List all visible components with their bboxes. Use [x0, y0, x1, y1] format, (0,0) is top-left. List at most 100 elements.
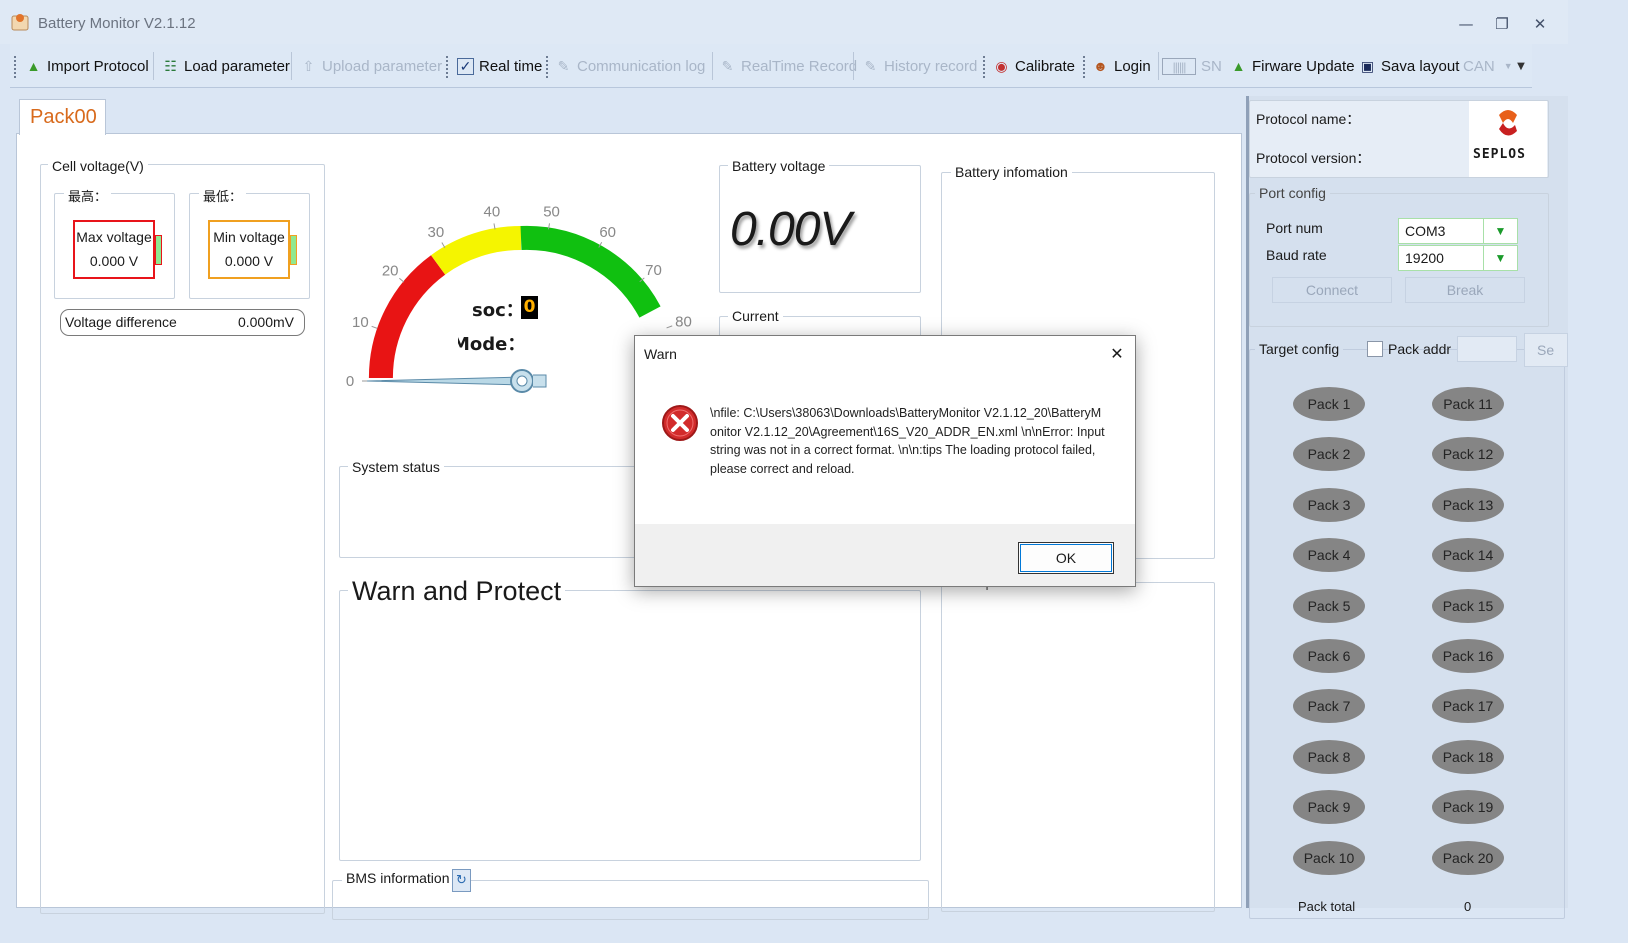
break-button[interactable]: Break: [1405, 277, 1525, 303]
pack-button[interactable]: Pack 5: [1293, 588, 1365, 623]
dialog-message: \nfile: C:\Users\38063\Downloads\Battery…: [710, 406, 1105, 476]
pack-button[interactable]: Pack 6: [1293, 639, 1365, 673]
calibrate-button[interactable]: ◉ Calibrate: [993, 51, 1075, 81]
can-button[interactable]: CAN ▼: [1463, 51, 1517, 81]
pack-button[interactable]: Pack 10: [1293, 840, 1365, 875]
pack-addr-input[interactable]: [1457, 336, 1517, 362]
tab-bar: [16, 96, 1242, 134]
toolbar-grip[interactable]: [14, 56, 17, 78]
pack-button[interactable]: Pack 11: [1432, 387, 1504, 421]
load-icon: ☷: [164, 57, 177, 74]
baud-rate-select[interactable]: 19200 ▼: [1398, 245, 1518, 271]
gauge-needle-tail: [533, 374, 547, 388]
temperature-group: [941, 582, 1215, 912]
sn-button[interactable]: |||||| SN: [1162, 51, 1222, 81]
communication-log-button[interactable]: ✎ Communication log: [555, 51, 706, 81]
tab-pack00[interactable]: Pack00: [19, 99, 106, 135]
lowest-label: 最低：: [199, 186, 247, 205]
voltage-difference-label: Voltage difference: [65, 314, 177, 330]
load-parameter-button[interactable]: ☷ Load parameter: [162, 51, 290, 81]
window-title: Battery Monitor V2.1.12: [38, 15, 196, 32]
gauge-green-band: [520, 225, 661, 318]
max-voltage-label: Max voltage: [76, 229, 152, 245]
update-icon: ▲: [1231, 57, 1246, 74]
title-bar: [0, 0, 1568, 44]
refresh-icon[interactable]: ↻: [452, 869, 471, 892]
port-config-label: Port config: [1255, 185, 1330, 201]
connect-button[interactable]: Connect: [1272, 277, 1392, 303]
gauge-tick-label: 70: [645, 262, 662, 279]
pack-button[interactable]: Pack 14: [1432, 538, 1504, 573]
battery-voltage-label: Battery voltage: [728, 158, 830, 174]
realtime-record-button[interactable]: ✎ RealTime Record: [719, 51, 858, 81]
pack-button[interactable]: Pack 9: [1293, 790, 1365, 825]
min-voltage-label: Min voltage: [213, 229, 285, 245]
seplos-logo-text: SEPLOS: [1473, 147, 1526, 162]
pack-button[interactable]: Pack 15: [1432, 588, 1504, 623]
gauge-tick-label: 10: [352, 314, 369, 331]
target-config-group: [1249, 349, 1565, 919]
chevron-down-icon[interactable]: ▼: [1483, 219, 1517, 243]
pack-addr-checkbox[interactable]: [1367, 341, 1383, 357]
pack-button[interactable]: Pack 19: [1432, 790, 1504, 825]
gauge-yellow-band: [431, 225, 522, 275]
toolbar-grip[interactable]: [1083, 56, 1086, 78]
login-button[interactable]: ☻ Login: [1092, 51, 1151, 81]
gauge-tick: [666, 325, 673, 329]
firmware-update-button[interactable]: ▲ Firware Update: [1230, 51, 1355, 81]
toolbar-grip[interactable]: [446, 56, 449, 78]
app-icon: [8, 10, 34, 34]
warn-dialog: Warn ✕ \nfile: C:\Users\38063\Downloads\…: [634, 335, 1136, 587]
save-icon: ▣: [1360, 57, 1375, 74]
log-icon: ✎: [557, 57, 570, 74]
gauge-tick-label: 0: [346, 373, 354, 390]
real-time-button[interactable]: ✓ Real time: [457, 51, 542, 81]
pack-button[interactable]: Pack 3: [1293, 487, 1365, 522]
close-icon[interactable]: ✕: [1529, 13, 1551, 35]
pack-button[interactable]: Pack 20: [1432, 840, 1504, 875]
pack-button[interactable]: Pack 8: [1293, 739, 1365, 774]
protocol-name-label: Protocol name：: [1256, 111, 1361, 127]
min-voltage-box: Min voltage 0.000 V: [208, 220, 290, 279]
barcode-icon: ||||||: [1162, 57, 1196, 75]
set-button[interactable]: Se: [1524, 333, 1568, 367]
port-num-label: Port num: [1266, 220, 1323, 236]
gauge-tick-label: 20: [382, 263, 399, 280]
import-icon: ▲: [26, 57, 41, 74]
history-record-button[interactable]: ✎ History record: [862, 51, 978, 81]
toolbar-overflow-icon[interactable]: ▼: [1512, 56, 1530, 78]
highest-label: 最高：: [64, 186, 112, 205]
gauge-tick-label: 60: [599, 224, 616, 241]
port-num-select[interactable]: COM3 ▼: [1398, 218, 1518, 244]
save-layout-button[interactable]: ▣ Sava layout: [1359, 51, 1460, 81]
checkbox-icon: ✓: [457, 57, 474, 75]
maximize-icon[interactable]: ❐: [1491, 13, 1513, 35]
dialog-close-icon[interactable]: ✕: [1105, 342, 1129, 366]
pack-button[interactable]: Pack 4: [1293, 538, 1365, 573]
pack-button[interactable]: Pack 18: [1432, 739, 1504, 774]
pack-button[interactable]: Pack 1: [1293, 387, 1365, 421]
mode-label: Mode：: [458, 334, 526, 355]
gauge-tick-label: 30: [428, 224, 445, 241]
ok-button[interactable]: OK: [1018, 542, 1114, 574]
minimize-icon[interactable]: —: [1455, 13, 1477, 35]
current-label: Current: [728, 308, 783, 324]
baud-rate-label: Baud rate: [1266, 247, 1327, 263]
gauge-red-band: [368, 255, 446, 379]
import-protocol-button[interactable]: ▲ Import Protocol: [25, 51, 149, 81]
pack-button[interactable]: Pack 13: [1432, 487, 1504, 522]
toolbar-grip[interactable]: [546, 56, 549, 78]
gauge-tick: [399, 277, 405, 283]
seplos-logo: SEPLOS: [1469, 101, 1547, 177]
max-voltage-indicator: [155, 235, 162, 265]
bms-info-group: [332, 880, 929, 920]
pack-total-label: Pack total: [1298, 899, 1356, 914]
pack-button[interactable]: Pack 16: [1432, 639, 1504, 673]
max-voltage-box: Max voltage 0.000 V: [73, 220, 155, 279]
dialog-title: Warn: [644, 346, 677, 362]
gauge-tick-label: 80: [675, 314, 692, 331]
upload-parameter-button[interactable]: ⇧ Upload parameter: [300, 51, 442, 81]
toolbar-grip[interactable]: [983, 56, 986, 78]
calibrate-icon: ◉: [995, 57, 1008, 74]
chevron-down-icon[interactable]: ▼: [1483, 246, 1517, 270]
